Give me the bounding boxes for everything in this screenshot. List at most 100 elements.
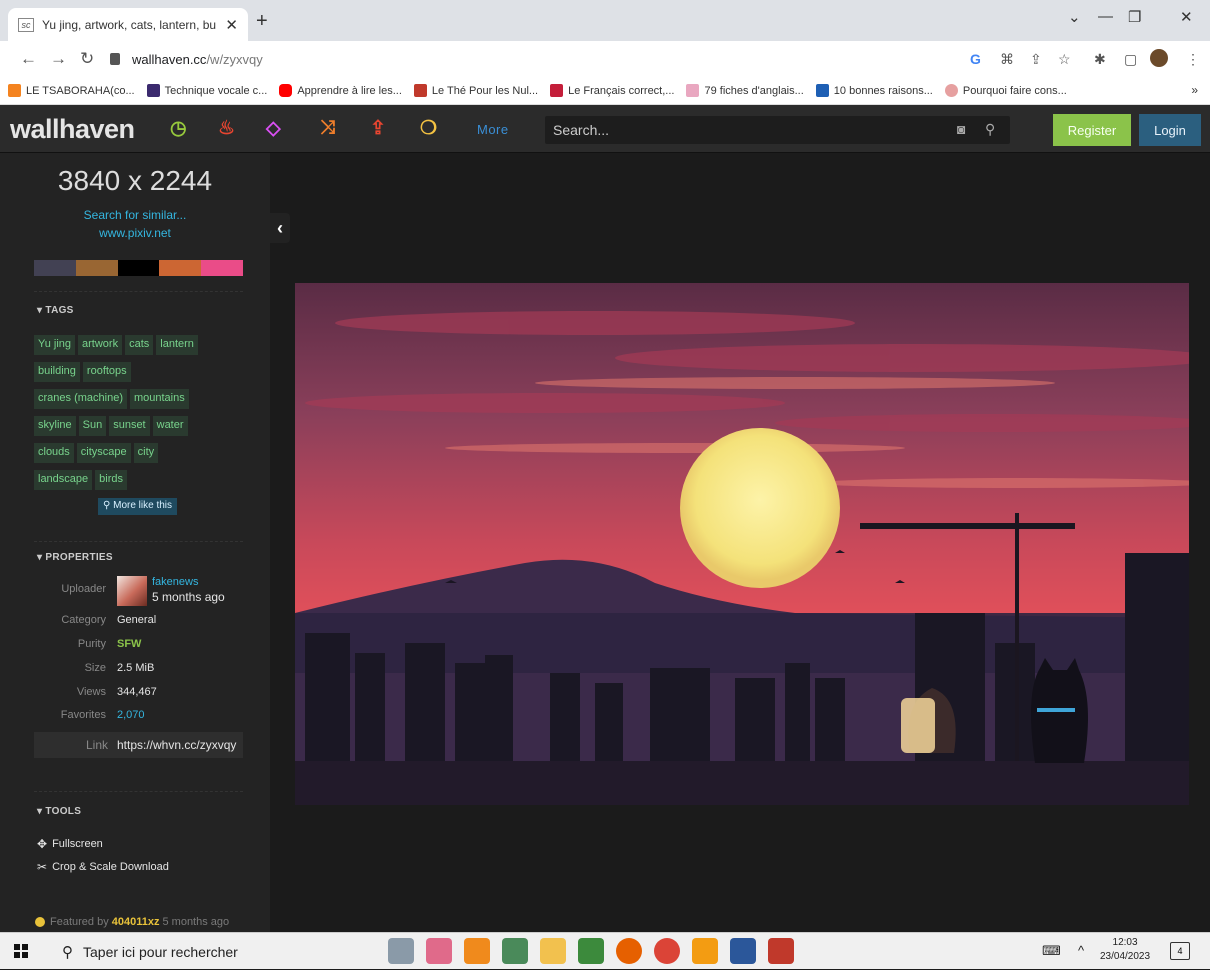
- tray-chevron-icon[interactable]: ^: [1078, 943, 1084, 958]
- tag[interactable]: city: [133, 443, 159, 463]
- collapse-sidebar-chevron-icon[interactable]: ‹: [270, 213, 290, 243]
- bookmark-favicon-icon: [944, 84, 958, 97]
- file-explorer-icon[interactable]: [540, 938, 566, 964]
- bookmark-item[interactable]: Apprendre à lire les...: [279, 84, 402, 97]
- tag[interactable]: water: [152, 416, 188, 436]
- lock-icon: [110, 53, 120, 65]
- bookmark-item[interactable]: Technique vocale c...: [146, 84, 267, 97]
- uploader-name[interactable]: fakenews: [152, 576, 198, 588]
- featured-icon: [35, 917, 45, 927]
- palette-swatch[interactable]: [34, 260, 76, 276]
- share-icon[interactable]: ⇪: [1030, 51, 1042, 68]
- profile-avatar-icon[interactable]: [1150, 49, 1168, 67]
- browser-tab[interactable]: sc Yu jing, artwork, cats, lantern, bu ✕: [8, 8, 248, 41]
- tag[interactable]: clouds: [34, 443, 74, 463]
- window-close-icon[interactable]: ✕: [1180, 8, 1193, 26]
- google-extension-icon[interactable]: G: [970, 51, 981, 67]
- tag[interactable]: mountains: [129, 389, 189, 409]
- login-button[interactable]: Login: [1139, 114, 1201, 146]
- restore-icon[interactable]: ❐: [1128, 8, 1141, 26]
- upload-icon[interactable]: ⇪: [370, 117, 386, 140]
- more-like-this-button[interactable]: ⚲ More like this: [98, 498, 178, 515]
- vlc-icon[interactable]: [464, 938, 490, 964]
- random-shuffle-icon[interactable]: ⤨: [320, 117, 335, 139]
- properties-heading[interactable]: ▾ PROPERTIES: [37, 552, 113, 563]
- bookmarks-overflow-icon[interactable]: »: [1191, 83, 1198, 97]
- bookmark-star-icon[interactable]: ☆: [1058, 51, 1071, 68]
- taskbar-search[interactable]: ⚲ Taper ici pour rechercher: [48, 933, 378, 970]
- tag[interactable]: lantern: [156, 335, 198, 355]
- latest-clock-icon[interactable]: ◷: [170, 117, 187, 140]
- featured-user[interactable]: 404011xz: [112, 916, 160, 928]
- search-icon[interactable]: ⚲: [985, 121, 995, 138]
- app-icon[interactable]: [388, 938, 414, 964]
- tag[interactable]: sunset: [109, 416, 150, 436]
- bookmark-item[interactable]: Le Thé Pour les Nul...: [413, 84, 538, 97]
- bookmark-item[interactable]: Le Français correct,...: [550, 84, 674, 97]
- tag[interactable]: Yu jing: [34, 335, 76, 355]
- notification-center-icon[interactable]: 4: [1170, 942, 1190, 960]
- palette-swatch[interactable]: [117, 260, 160, 276]
- site-logo[interactable]: wallhaven: [10, 114, 135, 145]
- app-icon[interactable]: [578, 938, 604, 964]
- wallpaper-image[interactable]: [295, 283, 1189, 805]
- source-link[interactable]: www.pixiv.net: [0, 226, 270, 240]
- tag[interactable]: skyline: [34, 416, 76, 436]
- tools-heading[interactable]: ▾ TOOLS: [37, 806, 81, 817]
- bookmark-item[interactable]: 79 fiches d'anglais...: [686, 84, 804, 97]
- crop-tool[interactable]: ✂ Crop & Scale Download: [37, 860, 169, 874]
- fullscreen-tool[interactable]: ✥ Fullscreen: [37, 837, 103, 851]
- windows-start-icon[interactable]: [14, 944, 28, 958]
- system-clock[interactable]: 12:03 23/04/2023: [1100, 936, 1150, 964]
- toplist-gem-icon[interactable]: ◇: [266, 117, 281, 140]
- palette-swatch[interactable]: [201, 260, 243, 276]
- side-panel-icon[interactable]: ▢: [1124, 51, 1137, 68]
- tag[interactable]: landscape: [34, 470, 93, 490]
- favorites-value[interactable]: 2,070: [117, 709, 145, 721]
- bookmark-item[interactable]: 10 bonnes raisons...: [815, 84, 933, 97]
- reload-icon[interactable]: ↻: [80, 49, 94, 69]
- tag[interactable]: Sun: [78, 416, 107, 436]
- palette-swatch[interactable]: [75, 260, 118, 276]
- palette-swatch[interactable]: [159, 260, 202, 276]
- hot-flame-icon[interactable]: ♨: [218, 117, 235, 140]
- snipping-tool-icon[interactable]: [426, 938, 452, 964]
- camera-search-icon[interactable]: ◙: [957, 121, 965, 137]
- pdf-app-icon[interactable]: [692, 938, 718, 964]
- site-header: wallhaven ◷ ♨ ◇ ⤨ ⇪ ❍ More ◙ ⚲ Register …: [0, 105, 1210, 153]
- short-link[interactable]: https://whvn.cc/zyxvqy: [117, 738, 236, 752]
- firefox-icon[interactable]: [616, 938, 642, 964]
- search-similar-link[interactable]: Search for similar...: [0, 208, 270, 222]
- tag[interactable]: artwork: [78, 335, 123, 355]
- word-icon[interactable]: [730, 938, 756, 964]
- new-tab-icon[interactable]: +: [256, 10, 268, 33]
- tag[interactable]: cats: [125, 335, 154, 355]
- chrome-icon[interactable]: [654, 938, 680, 964]
- short-link-row: Link https://whvn.cc/zyxvqy: [34, 732, 243, 758]
- keyboard-icon[interactable]: ⌨: [1042, 943, 1061, 959]
- tag[interactable]: cranes (machine): [34, 389, 127, 409]
- tag[interactable]: rooftops: [82, 362, 131, 382]
- browser-menu-icon[interactable]: ⋮: [1186, 51, 1200, 68]
- url-bar[interactable]: wallhaven.cc/w/zyxvqy: [110, 45, 950, 73]
- tags-heading[interactable]: ▾ TAGS: [37, 305, 74, 316]
- bookmark-item[interactable]: Pourquoi faire cons...: [944, 84, 1067, 97]
- search-input[interactable]: [553, 116, 943, 144]
- app-icon[interactable]: [502, 938, 528, 964]
- back-icon[interactable]: ←: [20, 49, 37, 69]
- uploader-avatar[interactable]: [117, 576, 147, 606]
- minimize-icon[interactable]: —: [1098, 8, 1113, 25]
- translate-icon[interactable]: ⌘: [1000, 51, 1014, 68]
- extensions-puzzle-icon[interactable]: ✱: [1094, 51, 1106, 68]
- register-button[interactable]: Register: [1053, 114, 1131, 146]
- tab-search-chevron-icon[interactable]: ⌄: [1068, 8, 1081, 26]
- tag[interactable]: building: [34, 362, 80, 382]
- bookmark-item[interactable]: LE TSABORAHA(co...: [8, 84, 135, 97]
- more-menu[interactable]: More: [477, 122, 509, 137]
- forums-chat-icon[interactable]: ❍: [420, 117, 437, 140]
- tab-close-icon[interactable]: ✕: [225, 16, 238, 34]
- forward-icon[interactable]: →: [50, 49, 67, 69]
- app-icon[interactable]: [768, 938, 794, 964]
- tag[interactable]: birds: [95, 470, 127, 490]
- tag[interactable]: cityscape: [76, 443, 131, 463]
